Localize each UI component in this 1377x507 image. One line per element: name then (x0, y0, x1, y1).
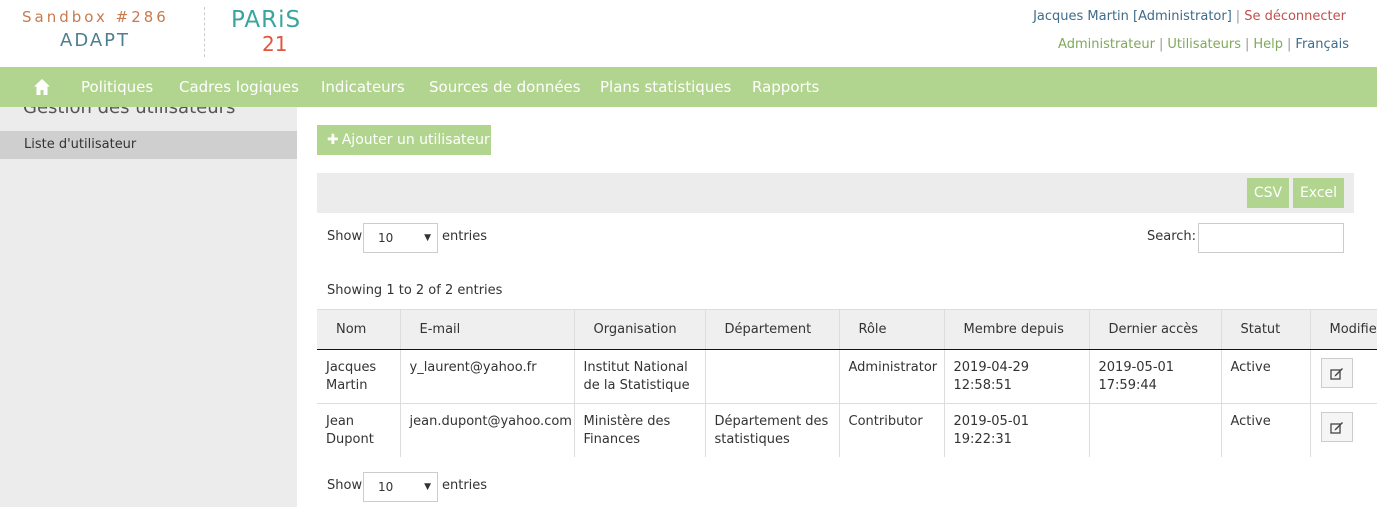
current-user-link[interactable]: Jacques Martin [Administrator] (1033, 9, 1232, 24)
plus-icon: ✚ (327, 132, 339, 148)
paris21-logo[interactable]: PARiS (231, 8, 301, 32)
sidebar-item-user-list[interactable]: Liste d'utilisateur (0, 131, 297, 159)
export-toolbar: CSV Excel (317, 173, 1354, 213)
main-nav: Politiques Cadres logiques Indicateurs S… (0, 67, 1377, 107)
page-length-select[interactable]: 10 ▼ (363, 223, 438, 253)
column-header-nom[interactable]: Nom (317, 309, 401, 350)
adapt-logo-text: ADAPT (60, 30, 131, 51)
show-label-bottom: Show (327, 478, 363, 493)
cell-edit (1310, 349, 1377, 404)
home-icon[interactable] (33, 78, 51, 96)
column-header-statut[interactable]: Statut (1221, 309, 1311, 350)
logo-divider (204, 7, 205, 57)
cell-organisation: Ministère des Finances (574, 403, 706, 457)
cell-role: Contributor (839, 403, 945, 457)
nav-item-plans[interactable]: Plans statistiques (600, 67, 731, 107)
column-header-departement[interactable]: Département (705, 309, 840, 350)
table-info: Showing 1 to 2 of 2 entries (327, 283, 503, 298)
cell-last-access (1089, 403, 1222, 457)
column-header-dernier-acces[interactable]: Dernier accès (1089, 309, 1222, 350)
column-header-organisation[interactable]: Organisation (574, 309, 706, 350)
edit-button[interactable] (1320, 412, 1353, 442)
cell-department (705, 349, 840, 404)
dropdown-arrow-icon: ▼ (424, 482, 431, 492)
nav-item-indicateurs[interactable]: Indicateurs (321, 67, 405, 107)
cell-name: Jacques Martin (317, 349, 401, 404)
entries-label-bottom: entries (442, 478, 488, 493)
help-link[interactable]: Help (1253, 37, 1283, 52)
header-links: Administrateur | Utilisateurs | Help | Françai… (1058, 37, 1349, 52)
edit-button[interactable] (1320, 358, 1353, 388)
cell-department: Département des statistiques (705, 403, 840, 457)
column-header-email[interactable]: E-mail (400, 309, 575, 350)
cell-member-since: 2019-05-01 19:22:31 (944, 403, 1090, 457)
add-user-label: Ajouter un utilisateur (341, 132, 490, 148)
edit-icon (1329, 421, 1343, 434)
cell-status: Active (1221, 403, 1311, 457)
user-line: Jacques Martin [Administrator] | Se déconn… (1033, 9, 1346, 24)
cell-last-access: 2019-05-01 17:59:44 (1089, 349, 1222, 404)
edit-icon (1329, 367, 1343, 380)
csv-button[interactable]: CSV (1247, 178, 1289, 208)
cell-name: Jean Dupont (317, 403, 401, 457)
cell-member-since: 2019-04-29 12:58:51 (944, 349, 1090, 404)
column-header-modifier[interactable]: Modifier (1310, 309, 1377, 350)
separator: | (1244, 37, 1250, 52)
separator: | (1287, 37, 1292, 52)
sidebar-title-text: Gestion des utilisateurs (23, 107, 236, 118)
entries-label: entries (442, 229, 488, 244)
nav-item-sources[interactable]: Sources de données (429, 67, 581, 107)
cell-status: Active (1221, 349, 1311, 404)
add-user-button[interactable]: ✚ Ajouter un utilisateur (317, 125, 491, 155)
page-length-value: 10 (378, 480, 394, 494)
cell-edit (1310, 403, 1377, 457)
show-label: Show (327, 229, 363, 244)
page-length-value: 10 (378, 231, 394, 245)
header: Sandbox #286 ADAPT PARiS 21 Jacques Mart… (0, 0, 1377, 67)
sidebar-title: Gestion des utilisateurs (23, 107, 235, 123)
table-header-row: Nom E-mail Organisation Département Rôle… (317, 309, 1377, 350)
cell-email: jean.dupont@yahoo.com (400, 403, 575, 457)
column-header-role[interactable]: Rôle (839, 309, 945, 350)
dropdown-arrow-icon: ▼ (424, 233, 431, 243)
search-label: Search: (1147, 229, 1197, 244)
separator: | (1158, 37, 1164, 52)
column-header-membre-depuis[interactable]: Membre depuis (944, 309, 1090, 350)
paris21-logo-number: 21 (262, 32, 288, 56)
cell-role: Administrator (839, 349, 945, 404)
admin-link[interactable]: Administrateur (1058, 37, 1155, 52)
separator: | (1235, 9, 1241, 24)
nav-item-politiques[interactable]: Politiques (81, 67, 153, 107)
logout-link[interactable]: Se déconnecter (1244, 9, 1346, 24)
users-link[interactable]: Utilisateurs (1167, 37, 1241, 52)
nav-item-cadres-logiques[interactable]: Cadres logiques (179, 67, 299, 107)
cell-organisation: Institut National de la Statistique (574, 349, 706, 404)
excel-button[interactable]: Excel (1293, 178, 1344, 208)
users-table: Nom E-mail Organisation Département Rôle… (317, 309, 1377, 457)
sandbox-logo-text: Sandbox #286 (22, 8, 169, 26)
table-row: Jacques Martin y_laurent@yahoo.fr Instit… (317, 349, 1377, 404)
language-link[interactable]: Français (1295, 37, 1349, 52)
sidebar: Gestion des utilisateurs Liste d'utilisa… (0, 107, 297, 507)
search-input[interactable] (1198, 223, 1344, 253)
table-row: Jean Dupont jean.dupont@yahoo.com Minist… (317, 403, 1377, 457)
nav-item-rapports[interactable]: Rapports (752, 67, 819, 107)
page-length-select-bottom[interactable]: 10 ▼ (363, 472, 438, 502)
cell-email: y_laurent@yahoo.fr (400, 349, 575, 404)
users-table-wrapper: Nom E-mail Organisation Département Rôle… (317, 309, 1377, 457)
